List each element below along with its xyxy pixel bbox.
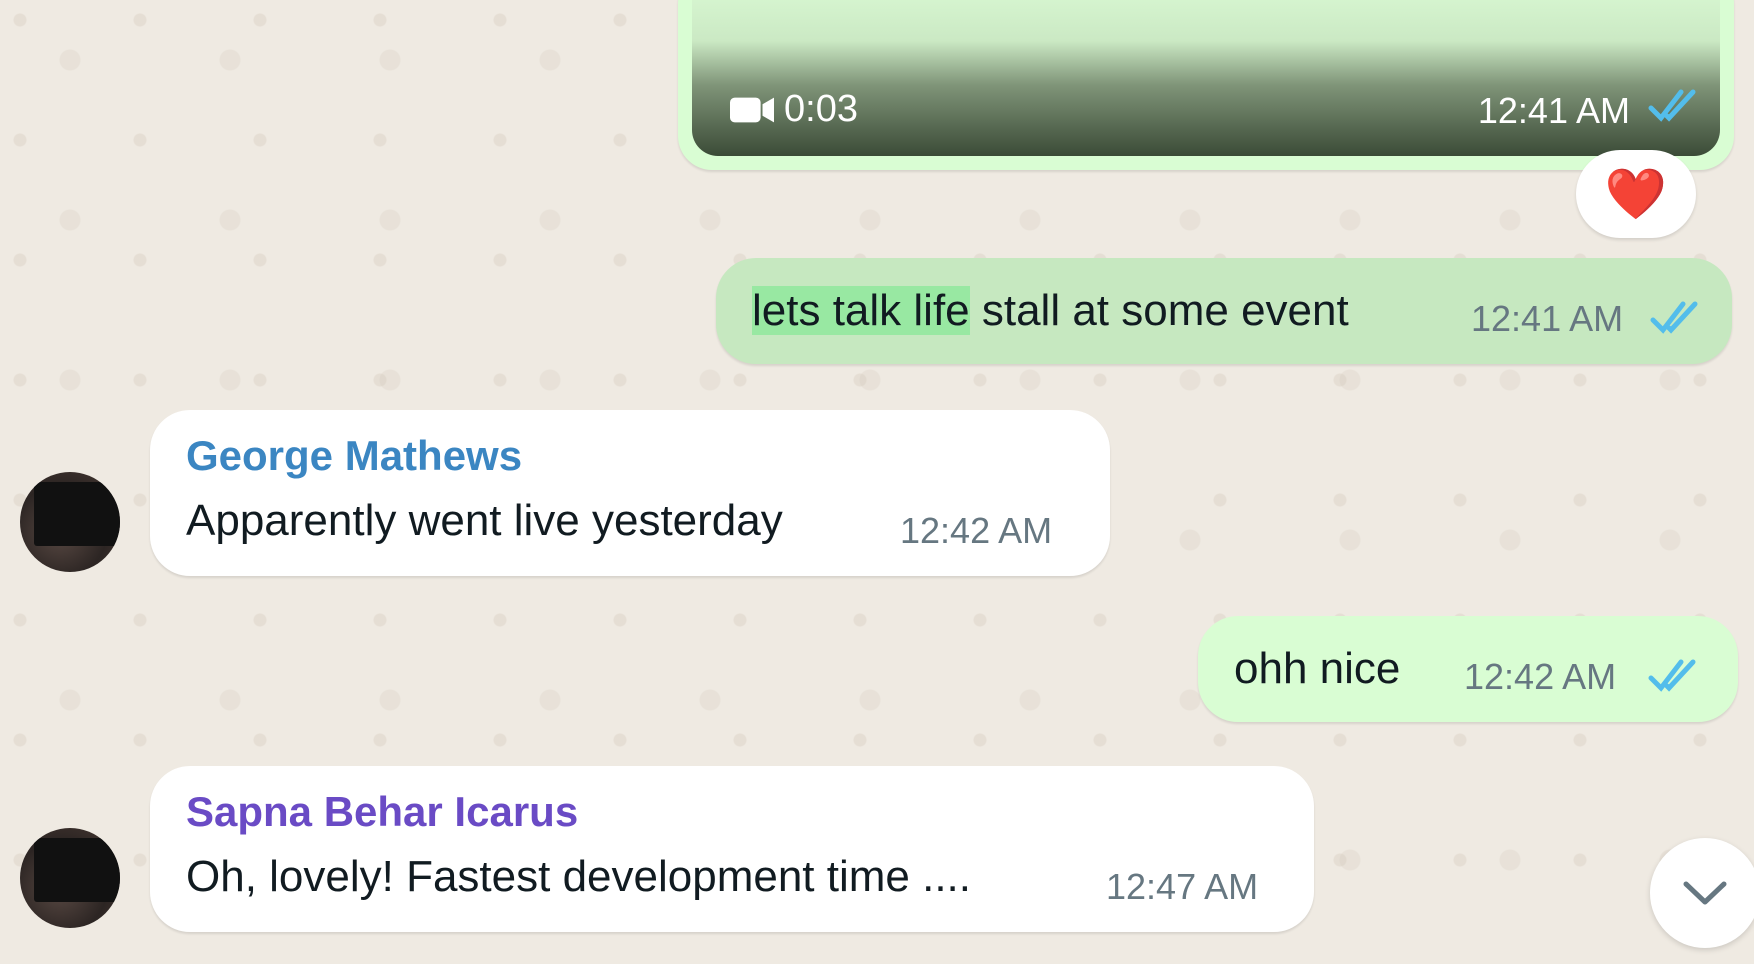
- scroll-to-bottom-button[interactable]: [1650, 838, 1754, 948]
- outgoing-message-bubble[interactable]: lets talk life stall at some event 12:41…: [716, 258, 1732, 364]
- double-check-icon: [1650, 301, 1698, 334]
- message-time: 12:42 AM: [1464, 656, 1617, 697]
- message-time: 12:47 AM: [1106, 866, 1259, 907]
- message-text: ohh nice: [1234, 644, 1401, 693]
- avatar-redaction: [34, 838, 120, 902]
- incoming-message-bubble[interactable]: George Mathews Apparently went live yest…: [150, 410, 1110, 576]
- sender-name[interactable]: George Mathews: [186, 432, 522, 480]
- video-duration-label: 0:03: [784, 88, 858, 130]
- heart-reaction[interactable]: ❤️: [1576, 150, 1696, 238]
- video-camera-icon: [730, 97, 774, 122]
- message-time: 12:41 AM: [1477, 90, 1630, 131]
- video-duration: 0:03: [730, 88, 858, 131]
- avatar-redaction: [34, 482, 120, 546]
- search-highlight: lets talk life: [752, 286, 970, 335]
- message-text: Apparently went live yesterday: [186, 496, 783, 545]
- double-check-icon: [1648, 659, 1696, 692]
- outgoing-message-bubble[interactable]: ohh nice 12:42 AM: [1198, 616, 1738, 722]
- message-time: 12:42 AM: [900, 510, 1053, 551]
- message-text: lets talk life stall at some event: [752, 286, 1349, 336]
- message-text-rest: stall at some event: [969, 286, 1349, 335]
- chevron-down-icon: [1683, 881, 1727, 905]
- sender-name[interactable]: Sapna Behar Icarus: [186, 788, 578, 836]
- video-message-bubble[interactable]: 0:03 12:41 AM: [678, 0, 1734, 170]
- incoming-message-bubble[interactable]: Sapna Behar Icarus Oh, lovely! Fastest d…: [150, 766, 1314, 932]
- message-text: Oh, lovely! Fastest development time ...…: [186, 852, 971, 901]
- avatar[interactable]: [20, 472, 120, 572]
- video-thumbnail[interactable]: 0:03 12:41 AM: [692, 0, 1720, 156]
- double-check-icon: [1648, 89, 1696, 122]
- message-time: 12:41 AM: [1471, 298, 1624, 339]
- avatar[interactable]: [20, 828, 120, 928]
